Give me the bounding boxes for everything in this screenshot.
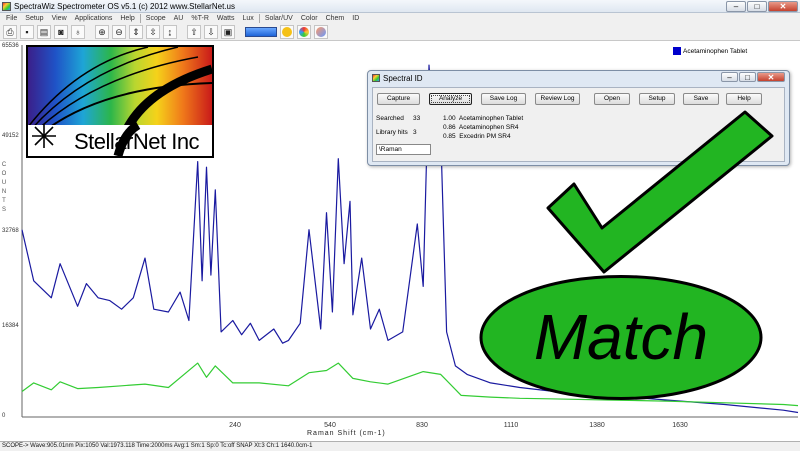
y-tick-label: 32768 [2, 228, 19, 234]
download-icon[interactable]: ⇩ [204, 25, 218, 39]
match-text: Match [533, 301, 709, 373]
menu-id[interactable]: ID [348, 15, 363, 22]
library-hits-count: 3 [413, 129, 417, 136]
dialog-window-controls: – □ ✕ [721, 72, 785, 82]
menu-chem[interactable]: Chem [322, 15, 349, 22]
x-axis-title: Raman Shift (cm-1) [307, 430, 386, 437]
x-tick-label: 1110 [503, 422, 519, 429]
minimize-button[interactable]: – [726, 1, 746, 12]
x-tick-label: 1380 [589, 422, 605, 429]
legend-label: Acetaminophen Tablet [683, 47, 748, 55]
open-button[interactable]: Open [594, 93, 630, 105]
dialog-title: Spectral ID [383, 74, 423, 83]
result-row[interactable]: 0.86 Acetaminophen SR4 [443, 124, 519, 131]
save-button[interactable]: Save [683, 93, 719, 105]
logo-text: StellarNet Inc [74, 129, 200, 154]
camera-icon[interactable]: ◙ [54, 25, 68, 39]
match-badge: Match [479, 275, 763, 400]
toolbar: ⎙ ▪ ▤ ◙ ♁ ⊕ ⊖ ⇕ ⇳ ↨ ⇧ ⇩ ▣ [0, 24, 800, 41]
menu-divider [139, 14, 141, 23]
y-tick-label: 65536 [2, 43, 19, 49]
dialog-icon [372, 74, 380, 82]
menu-lux[interactable]: Lux [239, 15, 258, 22]
menu-setup[interactable]: Setup [21, 15, 47, 22]
capture-button[interactable]: Capture [377, 93, 420, 105]
maximize-button[interactable]: □ [747, 1, 767, 12]
dialog-maximize-button[interactable]: □ [739, 72, 756, 82]
print-icon[interactable]: ▤ [37, 25, 51, 39]
result-score: 1.00 [443, 115, 456, 122]
help-button[interactable]: Help [726, 93, 762, 105]
integration-slider[interactable] [245, 27, 277, 37]
menu-scope[interactable]: Scope [142, 15, 170, 22]
title-bar: SpectraWiz Spectrometer OS v5.1 (c) 2012… [0, 0, 800, 13]
save-log-button[interactable]: Save Log [481, 93, 526, 105]
y-tick-label: 49152 [2, 133, 19, 139]
stellarnet-logo: StellarNet Inc [26, 45, 214, 158]
x-tick-label: 240 [229, 422, 241, 429]
legend-swatch [673, 47, 681, 55]
searched-count: 33 [413, 115, 421, 122]
close-button[interactable]: ✕ [768, 1, 798, 12]
analyze-button[interactable]: Analyze [429, 93, 472, 105]
dialog-title-bar[interactable]: Spectral ID – □ ✕ [368, 71, 789, 86]
menu-view[interactable]: View [48, 15, 71, 22]
expand-icon[interactable]: ⇕ [129, 25, 143, 39]
review-log-button[interactable]: Review Log [535, 93, 580, 105]
save-icon[interactable]: ▪ [20, 25, 34, 39]
menu-help[interactable]: Help [116, 15, 138, 22]
window-controls: – □ ✕ [726, 1, 798, 12]
x-tick-label: 540 [324, 422, 336, 429]
y-tick-label: 16384 [2, 323, 19, 329]
result-row[interactable]: 1.00 Acetaminophen Tablet [443, 115, 523, 122]
setup-button[interactable]: Setup [639, 93, 675, 105]
palette-icon[interactable] [314, 25, 328, 39]
app-icon [2, 2, 11, 11]
printer-icon[interactable]: ⎙ [3, 25, 17, 39]
menu-file[interactable]: File [2, 15, 21, 22]
upload-icon[interactable]: ⇧ [187, 25, 201, 39]
zoom-in-icon[interactable]: ⊕ [95, 25, 109, 39]
scale-icon[interactable]: ⇳ [146, 25, 160, 39]
menu-watts[interactable]: Watts [213, 15, 239, 22]
menu-solar-uv[interactable]: Solar/UV [261, 15, 297, 22]
color-wheel-icon[interactable] [297, 25, 311, 39]
menu-color[interactable]: Color [297, 15, 322, 22]
y-tick-label: 0 [2, 413, 6, 419]
menu-divider [258, 14, 260, 23]
dialog-minimize-button[interactable]: – [721, 72, 738, 82]
checkmark-icon [546, 110, 774, 274]
x-tick-label: 830 [416, 422, 428, 429]
y-axis-title: COUNTS [1, 162, 7, 213]
sun-icon[interactable] [280, 25, 294, 39]
clipboard-icon[interactable]: ▣ [221, 25, 235, 39]
star-icon [32, 124, 56, 148]
legend: Acetaminophen Tablet [673, 47, 747, 55]
menu-bar: File Setup View Applications Help Scope … [0, 13, 800, 24]
x-tick-label: 1630 [672, 422, 688, 429]
autoscale-icon[interactable]: ↨ [163, 25, 177, 39]
library-hits-label: Library hits [376, 129, 408, 136]
result-row[interactable]: 0.85 Excedrin PM SR4 [443, 133, 511, 140]
menu-au[interactable]: AU [170, 15, 188, 22]
result-name: Excedrin PM SR4 [459, 133, 511, 140]
window-title: SpectraWiz Spectrometer OS v5.1 (c) 2012… [14, 2, 235, 11]
result-score: 0.85 [443, 133, 456, 140]
result-score: 0.86 [443, 124, 456, 131]
status-bar: SCOPE-> Wave:905.01nm Pix:1050 Val:1973.… [0, 441, 800, 451]
result-name: Acetaminophen SR4 [458, 124, 519, 131]
searched-label: Searched [376, 115, 404, 122]
zoom-out-icon[interactable]: ⊖ [112, 25, 126, 39]
bulb-icon[interactable]: ♁ [71, 25, 85, 39]
library-path-field[interactable]: \Raman [376, 144, 431, 155]
dialog-close-button[interactable]: ✕ [757, 72, 785, 82]
result-name: Acetaminophen Tablet [458, 115, 524, 122]
menu-applications[interactable]: Applications [71, 15, 117, 22]
menu-tr[interactable]: %T-R [187, 15, 213, 22]
